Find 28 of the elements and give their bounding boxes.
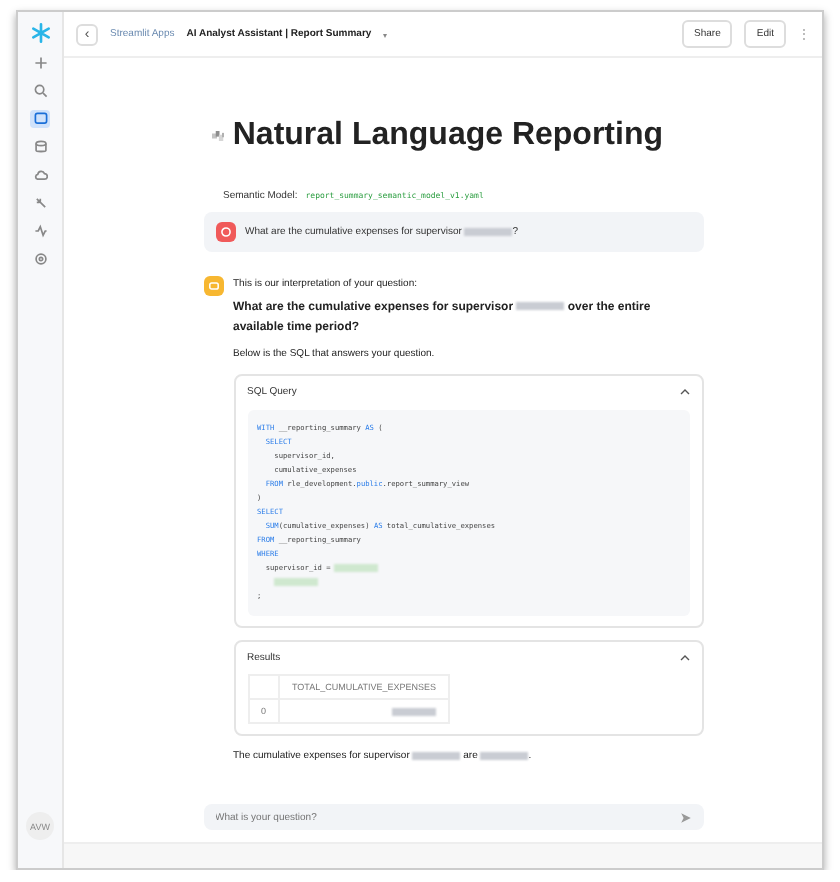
snowflake-logo-icon xyxy=(29,22,51,44)
sidebar-item[interactable] xyxy=(30,54,50,72)
settings-icon xyxy=(33,252,47,266)
send-icon[interactable] xyxy=(679,811,691,824)
sidebar-item[interactable] xyxy=(30,194,50,212)
page-title: Natural Language Reporting xyxy=(232,118,663,154)
chevron-up-icon[interactable] xyxy=(679,388,689,397)
redacted-mark xyxy=(464,227,513,236)
database-icon xyxy=(33,140,47,154)
activity-icon xyxy=(33,224,47,238)
chat-icon xyxy=(33,112,47,126)
redacted-mark xyxy=(412,751,461,760)
sidebar-item[interactable] xyxy=(30,222,50,240)
search-icon xyxy=(33,84,47,98)
sidebar-item[interactable] xyxy=(30,138,50,156)
redacted-mark xyxy=(516,302,565,311)
redacted-mark xyxy=(480,751,529,760)
sidebar-item[interactable] xyxy=(30,250,50,268)
chevron-up-icon[interactable] xyxy=(679,654,689,663)
sidebar-item[interactable] xyxy=(30,110,50,128)
sidebar-item[interactable] xyxy=(30,166,50,184)
user-icon xyxy=(215,222,235,242)
sidebar-item[interactable] xyxy=(30,82,50,100)
wand-icon xyxy=(33,196,47,210)
plus-icon xyxy=(33,56,47,70)
assistant-icon xyxy=(203,276,223,296)
redacted-mark xyxy=(392,708,437,716)
cloud-icon xyxy=(33,168,47,182)
